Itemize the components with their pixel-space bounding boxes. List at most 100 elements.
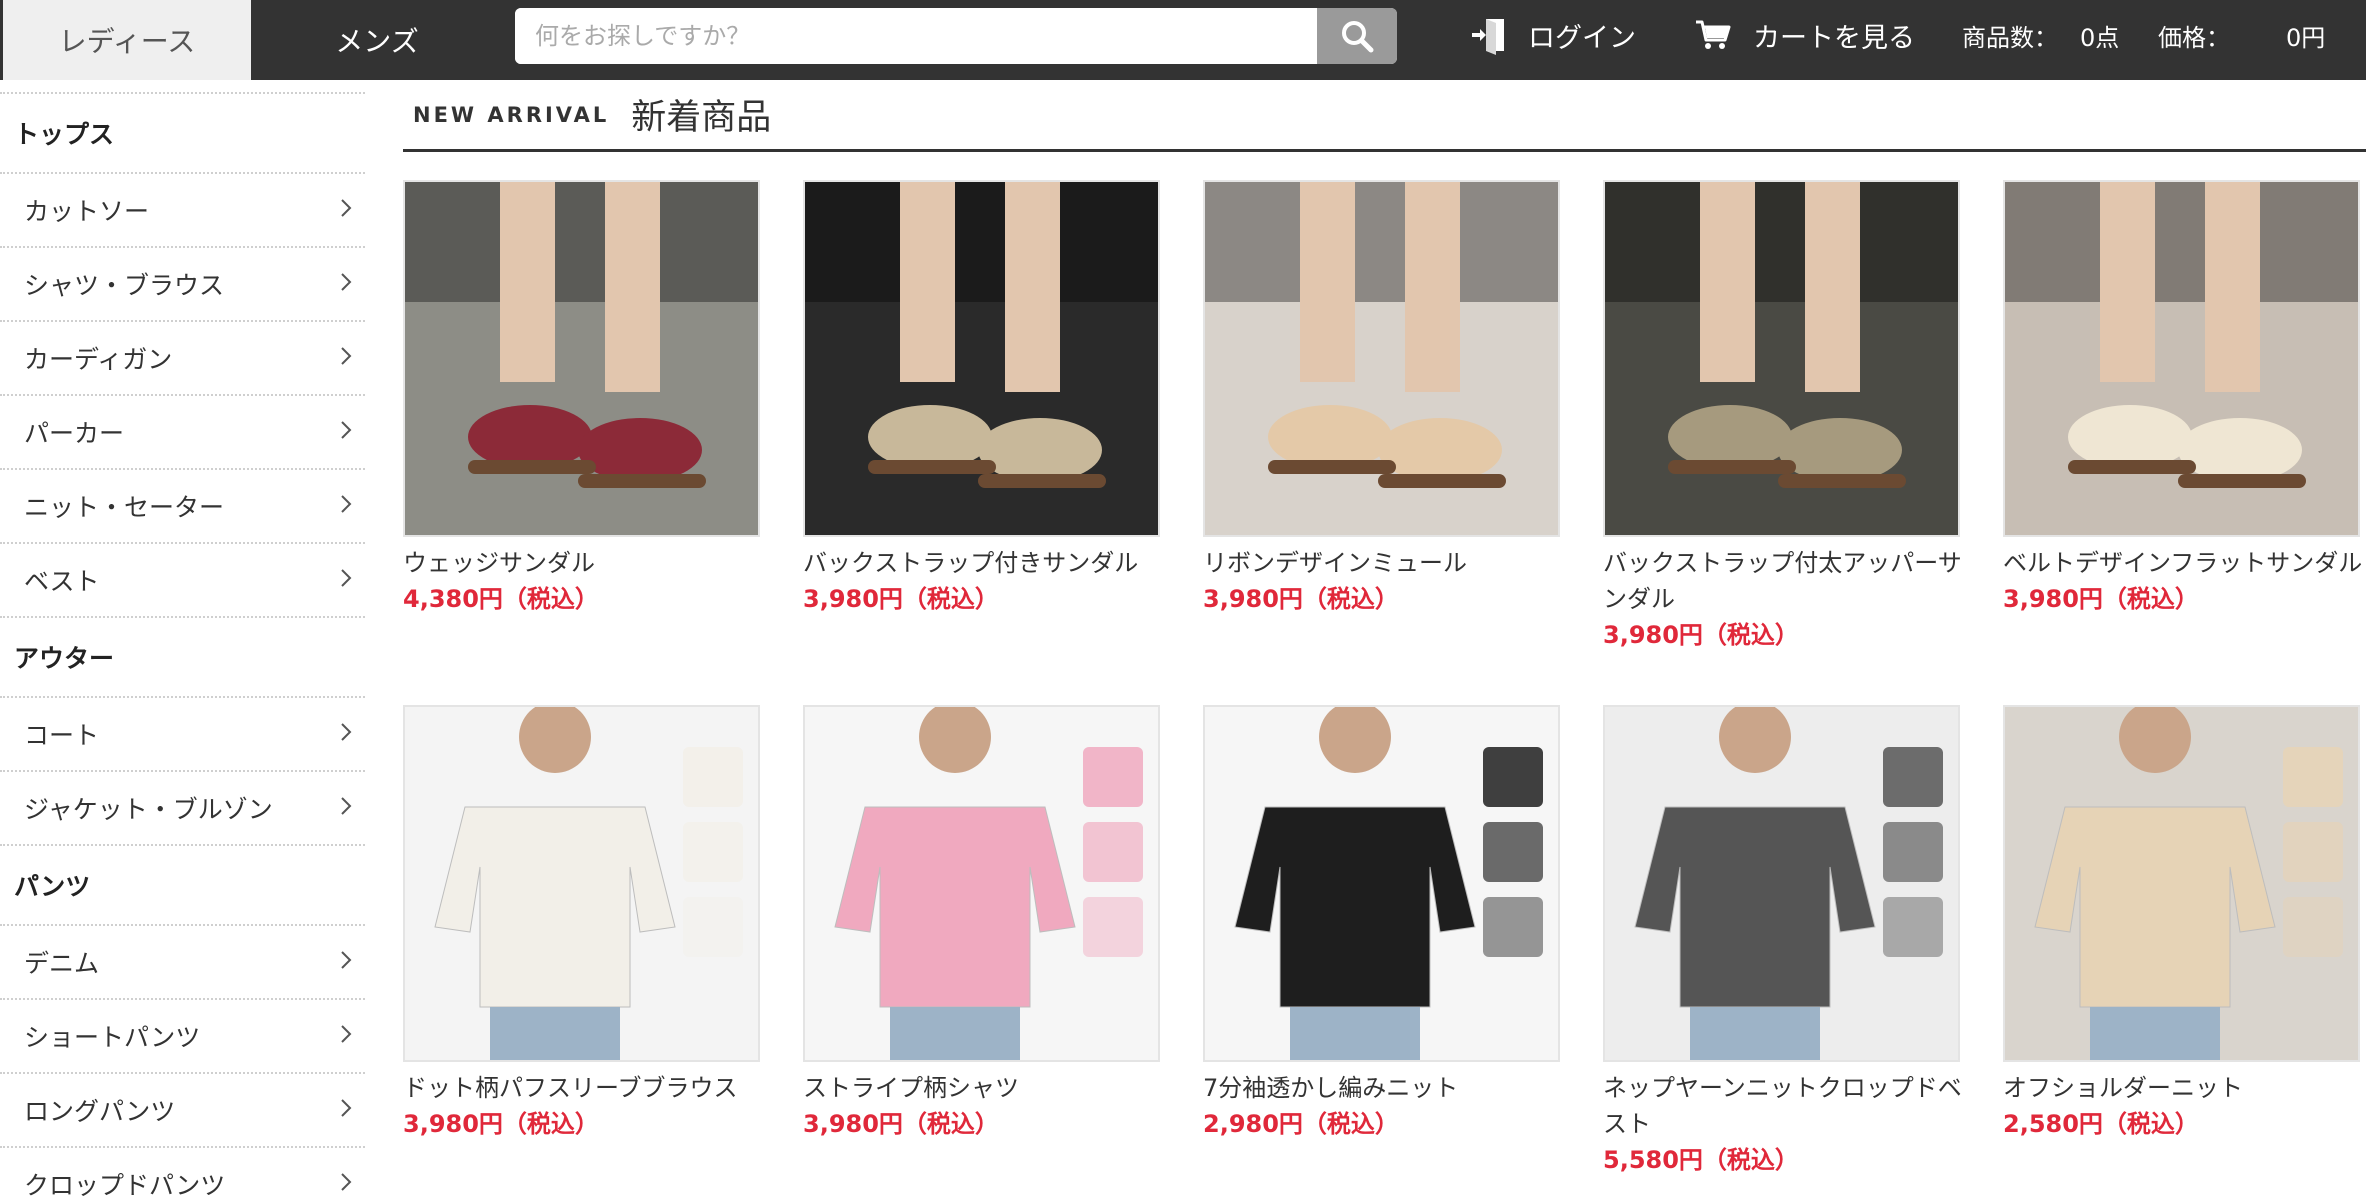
sidebar-item[interactable]: デニム	[0, 926, 365, 1000]
sidebar-item-label: ロングパンツ	[24, 1097, 176, 1126]
sidebar-item-label: ニット・セーター	[24, 493, 225, 522]
login-link[interactable]: ログイン	[1470, 0, 1636, 70]
search-input[interactable]	[515, 8, 1317, 64]
sidebar-item[interactable]: ニット・セーター	[0, 470, 365, 544]
product-price: 3,980円（税込）	[803, 1110, 999, 1138]
sidebar-item-label: デニム	[24, 949, 100, 978]
sidebar-item-label: シャツ・ブラウス	[24, 271, 225, 300]
item-count-label: 商品数：	[1962, 23, 2058, 52]
sidebar-item-label: コート	[24, 721, 100, 750]
product-price: 3,980円（税込）	[1603, 621, 1799, 649]
sidebar-divider	[0, 80, 365, 94]
product-card[interactable]: オフショルダーニット 2,580円（税込）	[2003, 705, 2363, 1142]
chevron-right-icon	[339, 344, 353, 373]
product-image[interactable]	[1203, 180, 1560, 537]
product-card[interactable]: リボンデザインミュール 3,980円（税込）	[1203, 180, 1563, 617]
main-content: NEW ARRIVAL 新着商品 ウェッジサンダル 4,380円（税込） バックスト…	[403, 80, 2366, 1174]
sidebar-item[interactable]: ベスト	[0, 544, 365, 618]
sidebar-item-label: クロップドパンツ	[24, 1171, 226, 1200]
product-image[interactable]	[1603, 180, 1960, 537]
sidebar-item[interactable]: カーディガン	[0, 322, 365, 396]
cart-total-label: 価格：	[2158, 23, 2230, 52]
chevron-right-icon	[339, 492, 353, 521]
sidebar-item[interactable]: ロングパンツ	[0, 1074, 365, 1148]
sidebar-item-label: カーディガン	[24, 345, 173, 374]
product-card[interactable]: 7分袖透かし編みニット 2,980円（税込）	[1203, 705, 1563, 1142]
tab-ladies[interactable]: レディース	[3, 0, 251, 80]
item-count-value: 0点	[2080, 23, 2120, 52]
chevron-right-icon	[339, 1096, 353, 1125]
product-name[interactable]: ストライプ柄シャツ	[803, 1070, 1163, 1106]
sidebar-item[interactable]: パーカー	[0, 396, 365, 470]
product-name[interactable]: オフショルダーニット	[2003, 1070, 2363, 1106]
product-price: 3,980円（税込）	[803, 585, 999, 613]
section-heading: NEW ARRIVAL 新着商品	[403, 80, 2366, 152]
search-button[interactable]	[1317, 8, 1397, 64]
product-image[interactable]	[1203, 705, 1560, 1062]
product-name[interactable]: バックストラップ付きサンダル	[803, 545, 1163, 581]
product-card[interactable]: バックストラップ付太アッパーサンダル 3,980円（税込）	[1603, 180, 1963, 653]
search-box	[515, 8, 1397, 64]
product-name[interactable]: バックストラップ付太アッパーサンダル	[1603, 545, 1963, 617]
category-heading: アウター	[0, 618, 365, 698]
chevron-right-icon	[339, 1170, 353, 1199]
sidebar-item-label: カットソー	[24, 197, 150, 226]
product-card[interactable]: バックストラップ付きサンダル 3,980円（税込）	[803, 180, 1163, 617]
product-card[interactable]: ドット柄パフスリーブブラウス 3,980円（税込）	[403, 705, 763, 1142]
product-name[interactable]: 7分袖透かし編みニット	[1203, 1070, 1563, 1106]
section-heading-en: NEW ARRIVAL	[413, 102, 610, 127]
cart-label: カートを見る	[1753, 22, 1915, 54]
sidebar-item[interactable]: カットソー	[0, 174, 365, 248]
sidebar-item[interactable]: ジャケット・ブルゾン	[0, 772, 365, 846]
sidebar-item-label: ショートパンツ	[24, 1023, 201, 1052]
product-name[interactable]: ネップヤーンニットクロップドベスト	[1603, 1070, 1963, 1142]
product-card[interactable]: ウェッジサンダル 4,380円（税込）	[403, 180, 763, 617]
product-image[interactable]	[403, 180, 760, 537]
chevron-right-icon	[339, 566, 353, 595]
product-image[interactable]	[803, 180, 1160, 537]
chevron-right-icon	[339, 948, 353, 977]
product-image[interactable]	[403, 705, 760, 1062]
sidebar-item-label: ベスト	[24, 567, 100, 596]
product-price: 3,980円（税込）	[403, 1110, 599, 1138]
chevron-right-icon	[339, 1022, 353, 1051]
cart-icon	[1696, 20, 1731, 49]
category-heading: パンツ	[0, 846, 365, 926]
product-price: 2,580円（税込）	[2003, 1110, 2199, 1138]
product-name[interactable]: リボンデザインミュール	[1203, 545, 1563, 581]
product-name[interactable]: ベルトデザインフラットサンダル	[2003, 545, 2363, 581]
cart-total-value: 0円	[2286, 23, 2326, 52]
product-price: 3,980円（税込）	[1203, 585, 1399, 613]
chevron-right-icon	[339, 270, 353, 299]
sidebar-item[interactable]: シャツ・ブラウス	[0, 248, 365, 322]
product-image[interactable]	[2003, 180, 2360, 537]
chevron-right-icon	[339, 196, 353, 225]
top-bar: レディース メンズ ログイン カートを見る 商品数： 0点	[0, 0, 2366, 80]
chevron-right-icon	[339, 794, 353, 823]
product-card[interactable]: ベルトデザインフラットサンダル 3,980円（税込）	[2003, 180, 2363, 617]
sidebar-item-label: ジャケット・ブルゾン	[24, 795, 273, 824]
product-name[interactable]: ウェッジサンダル	[403, 545, 763, 581]
product-price: 2,980円（税込）	[1203, 1110, 1399, 1138]
view-cart-link[interactable]: カートを見る	[1695, 0, 1915, 70]
sidebar-item-label: パーカー	[24, 419, 125, 448]
product-image[interactable]	[1603, 705, 1960, 1062]
tab-mens[interactable]: メンズ	[252, 0, 502, 80]
product-price: 3,980円（税込）	[2003, 585, 2199, 613]
login-label: ログイン	[1528, 22, 1636, 54]
cart-total: 価格： 0円	[2158, 0, 2325, 70]
product-card[interactable]: ネップヤーンニットクロップドベスト 5,580円（税込）	[1603, 705, 1963, 1178]
sidebar-item[interactable]: クロップドパンツ	[0, 1148, 365, 1200]
sidebar-item[interactable]: ショートパンツ	[0, 1000, 365, 1074]
sidebar-item[interactable]: コート	[0, 698, 365, 772]
product-name[interactable]: ドット柄パフスリーブブラウス	[403, 1070, 763, 1106]
product-price: 5,580円（税込）	[1603, 1146, 1799, 1174]
chevron-right-icon	[339, 418, 353, 447]
product-image[interactable]	[803, 705, 1160, 1062]
category-heading: トップス	[0, 94, 365, 174]
product-price: 4,380円（税込）	[403, 585, 599, 613]
chevron-right-icon	[339, 720, 353, 749]
product-image[interactable]	[2003, 705, 2360, 1062]
product-card[interactable]: ストライプ柄シャツ 3,980円（税込）	[803, 705, 1163, 1142]
category-sidebar: トップスカットソーシャツ・ブラウス カーディガン パーカーニット・セーター ベストアウ…	[0, 80, 365, 1200]
